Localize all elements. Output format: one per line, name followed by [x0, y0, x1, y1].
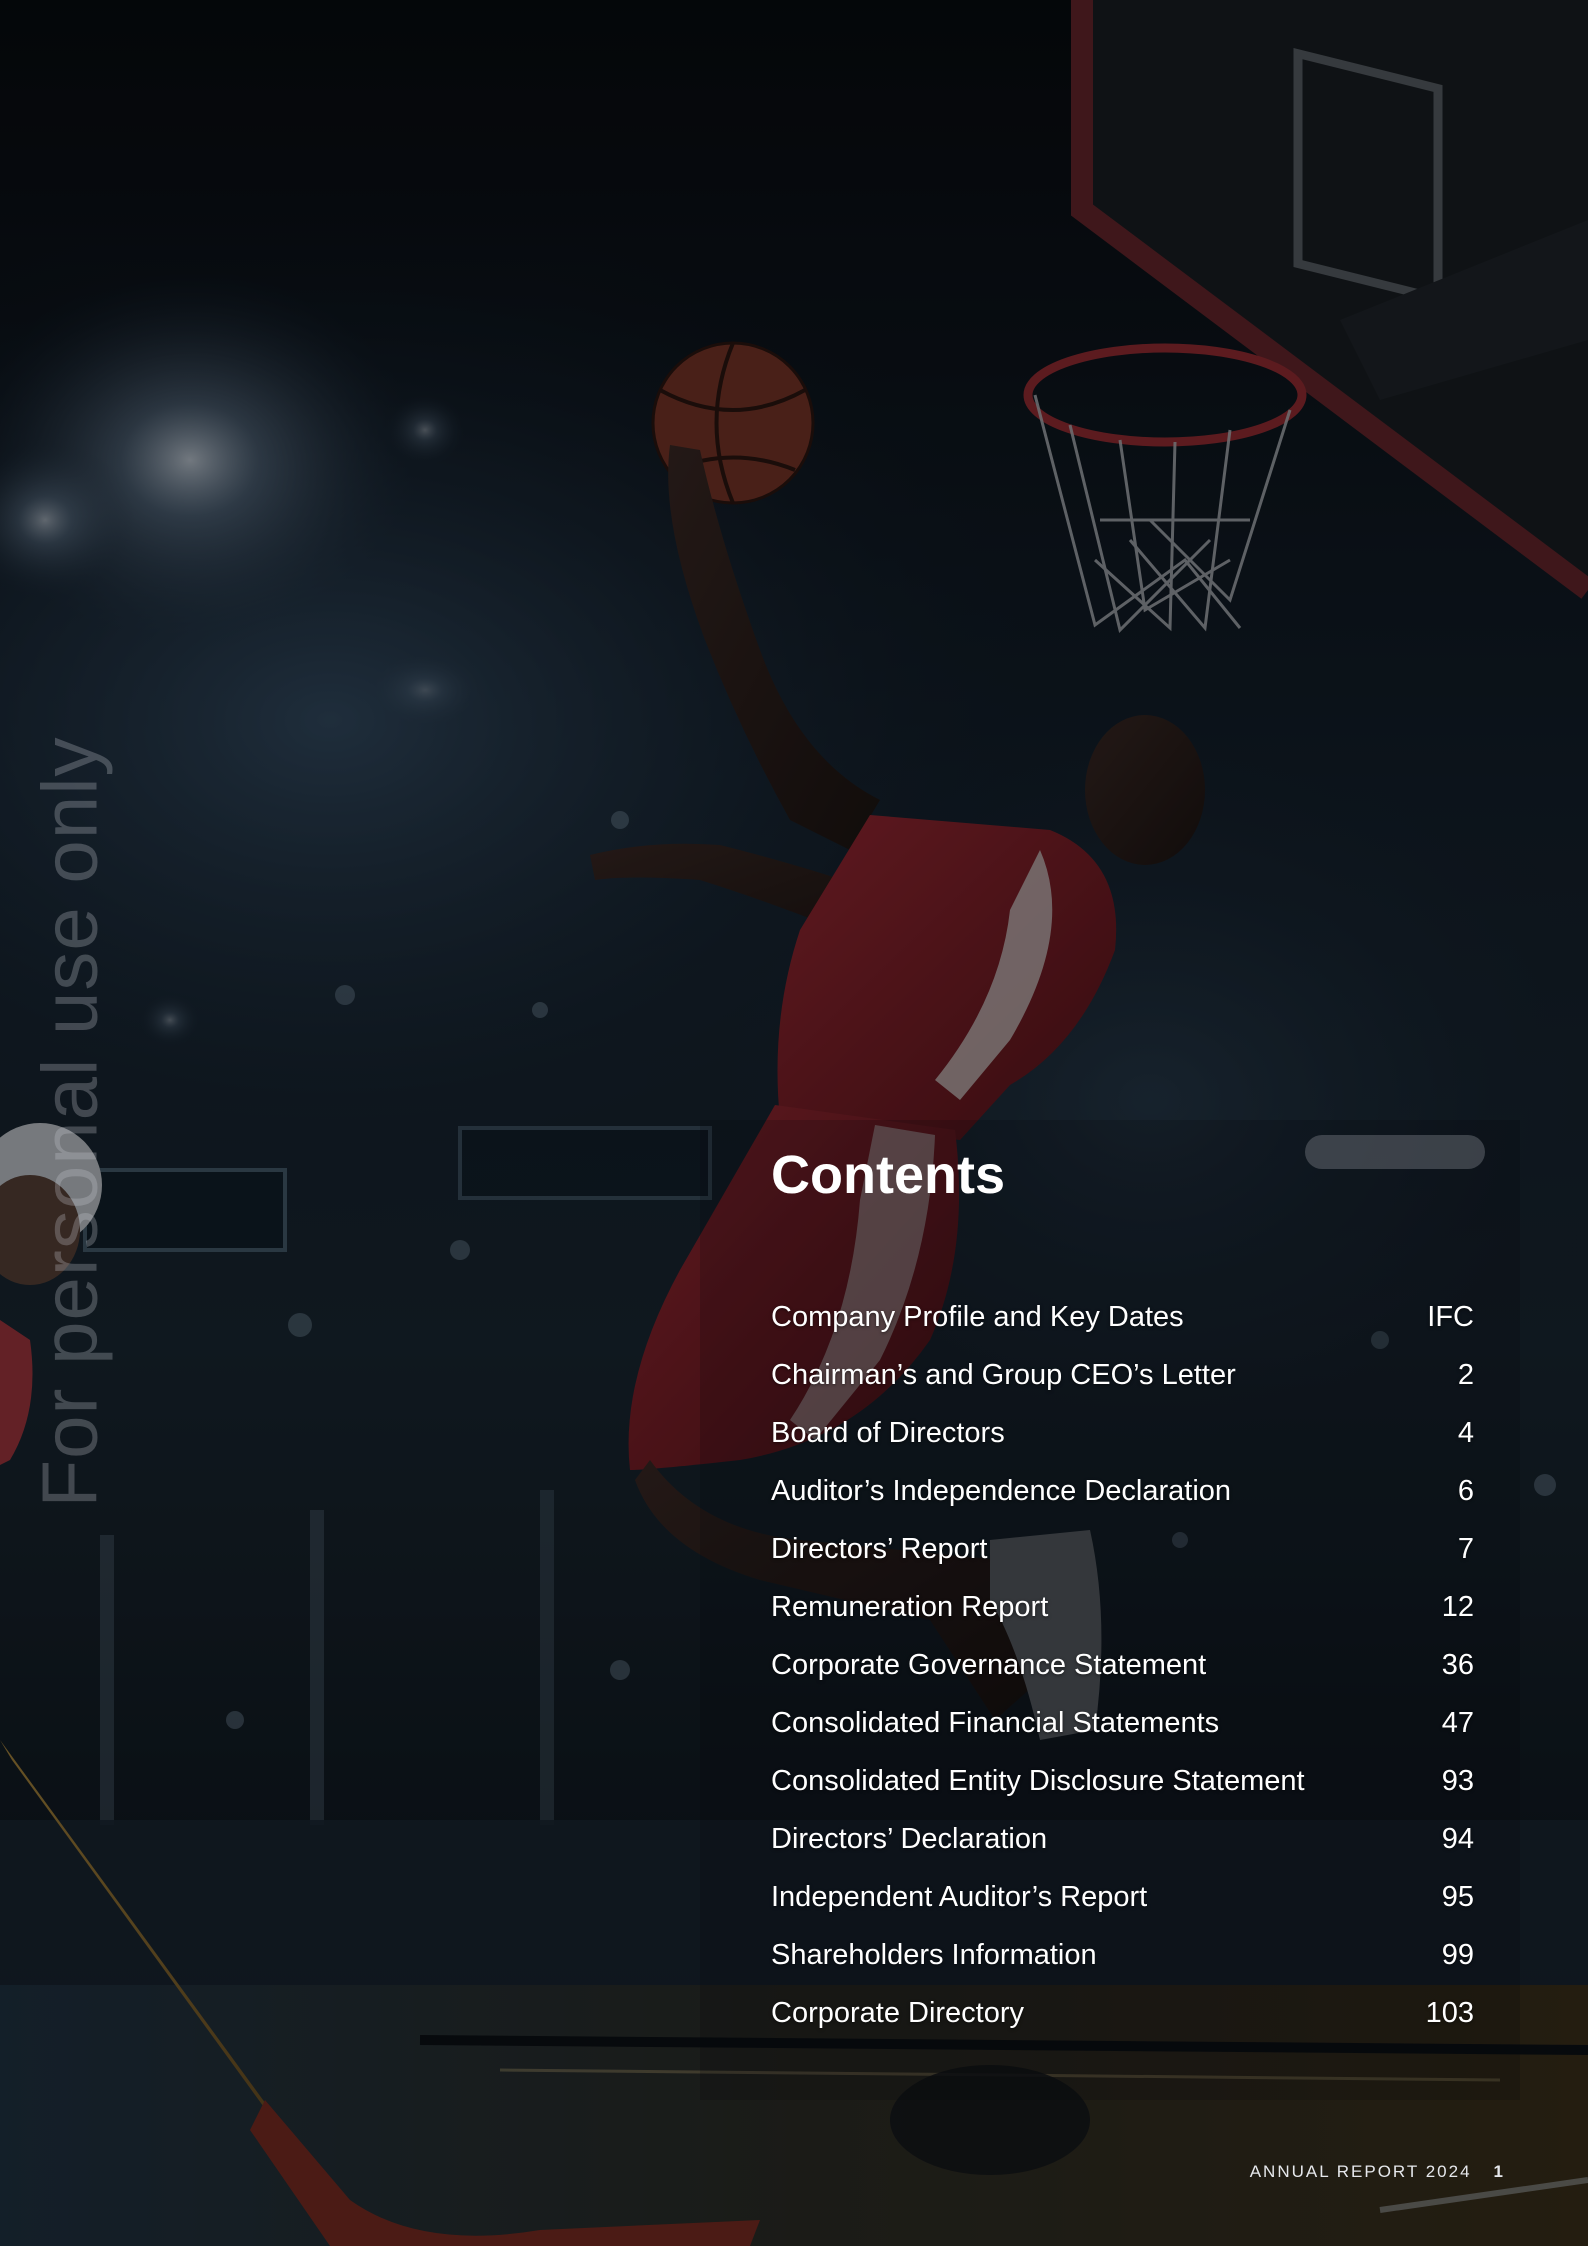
toc-item-auditor-report[interactable]: Independent Auditor’s Report 95 [771, 1868, 1474, 1926]
toc-item-page: 12 [1441, 1590, 1474, 1623]
toc-item-label: Consolidated Financial Statements [771, 1706, 1220, 1739]
page-number: 1 [1493, 2162, 1503, 2181]
toc-item-label: Consolidated Entity Disclosure Statement [771, 1764, 1305, 1797]
toc-item-page: 7 [1457, 1532, 1474, 1565]
toc-item-label: Remuneration Report [771, 1590, 1049, 1623]
toc-item-page: 93 [1441, 1764, 1474, 1797]
toc-item-label: Company Profile and Key Dates [771, 1300, 1184, 1333]
toc-item-label: Directors’ Declaration [771, 1822, 1048, 1855]
toc-item-page: 95 [1441, 1880, 1474, 1913]
toc-item-page: 94 [1441, 1822, 1474, 1855]
toc-list: Company Profile and Key Dates IFC Chairm… [771, 1288, 1474, 2042]
page-footer: ANNUAL REPORT 2024 1 [1250, 2162, 1503, 2182]
toc-item-auditor-independence[interactable]: Auditor’s Independence Declaration 6 [771, 1462, 1474, 1520]
toc-item-page: 6 [1457, 1474, 1474, 1507]
toc-item-board-of-directors[interactable]: Board of Directors 4 [771, 1404, 1474, 1462]
toc-item-shareholders-information[interactable]: Shareholders Information 99 [771, 1926, 1474, 1984]
toc-item-remuneration-report[interactable]: Remuneration Report 12 [771, 1578, 1474, 1636]
toc-item-label: Corporate Governance Statement [771, 1648, 1207, 1681]
toc-item-label: Auditor’s Independence Declaration [771, 1474, 1232, 1507]
toc-item-entity-disclosure[interactable]: Consolidated Entity Disclosure Statement… [771, 1752, 1474, 1810]
toc-item-page: IFC [1427, 1300, 1474, 1333]
toc-item-label: Corporate Directory [771, 1996, 1025, 2029]
toc-item-directors-report[interactable]: Directors’ Report 7 [771, 1520, 1474, 1578]
toc-item-page: 99 [1441, 1938, 1474, 1971]
toc-item-financial-statements[interactable]: Consolidated Financial Statements 47 [771, 1694, 1474, 1752]
toc-item-page: 36 [1441, 1648, 1474, 1681]
toc-item-label: Chairman’s and Group CEO’s Letter [771, 1358, 1236, 1391]
toc-item-label: Directors’ Report [771, 1532, 988, 1565]
annual-report-contents-page: For personal use only Contents Company P… [0, 0, 1588, 2246]
annual-report-label: ANNUAL REPORT 2024 [1249, 2162, 1472, 2181]
toc-item-directors-declaration[interactable]: Directors’ Declaration 94 [771, 1810, 1474, 1868]
toc-item-label: Independent Auditor’s Report [771, 1880, 1148, 1913]
table-of-contents: Contents Company Profile and Key Dates I… [771, 1140, 1474, 2042]
contents-heading: Contents [771, 1145, 1005, 1205]
toc-item-page: 47 [1441, 1706, 1474, 1739]
for-personal-use-watermark: For personal use only [25, 736, 114, 1508]
toc-item-page: 103 [1425, 1996, 1474, 2029]
toc-item-corporate-directory[interactable]: Corporate Directory 103 [771, 1984, 1474, 2042]
toc-item-chairman-letter[interactable]: Chairman’s and Group CEO’s Letter 2 [771, 1346, 1474, 1404]
toc-item-label: Shareholders Information [771, 1938, 1097, 1971]
toc-item-page: 4 [1457, 1416, 1474, 1449]
toc-item-company-profile[interactable]: Company Profile and Key Dates IFC [771, 1288, 1474, 1346]
toc-item-label: Board of Directors [771, 1416, 1005, 1449]
toc-item-page: 2 [1457, 1358, 1474, 1391]
toc-item-corporate-governance[interactable]: Corporate Governance Statement 36 [771, 1636, 1474, 1694]
